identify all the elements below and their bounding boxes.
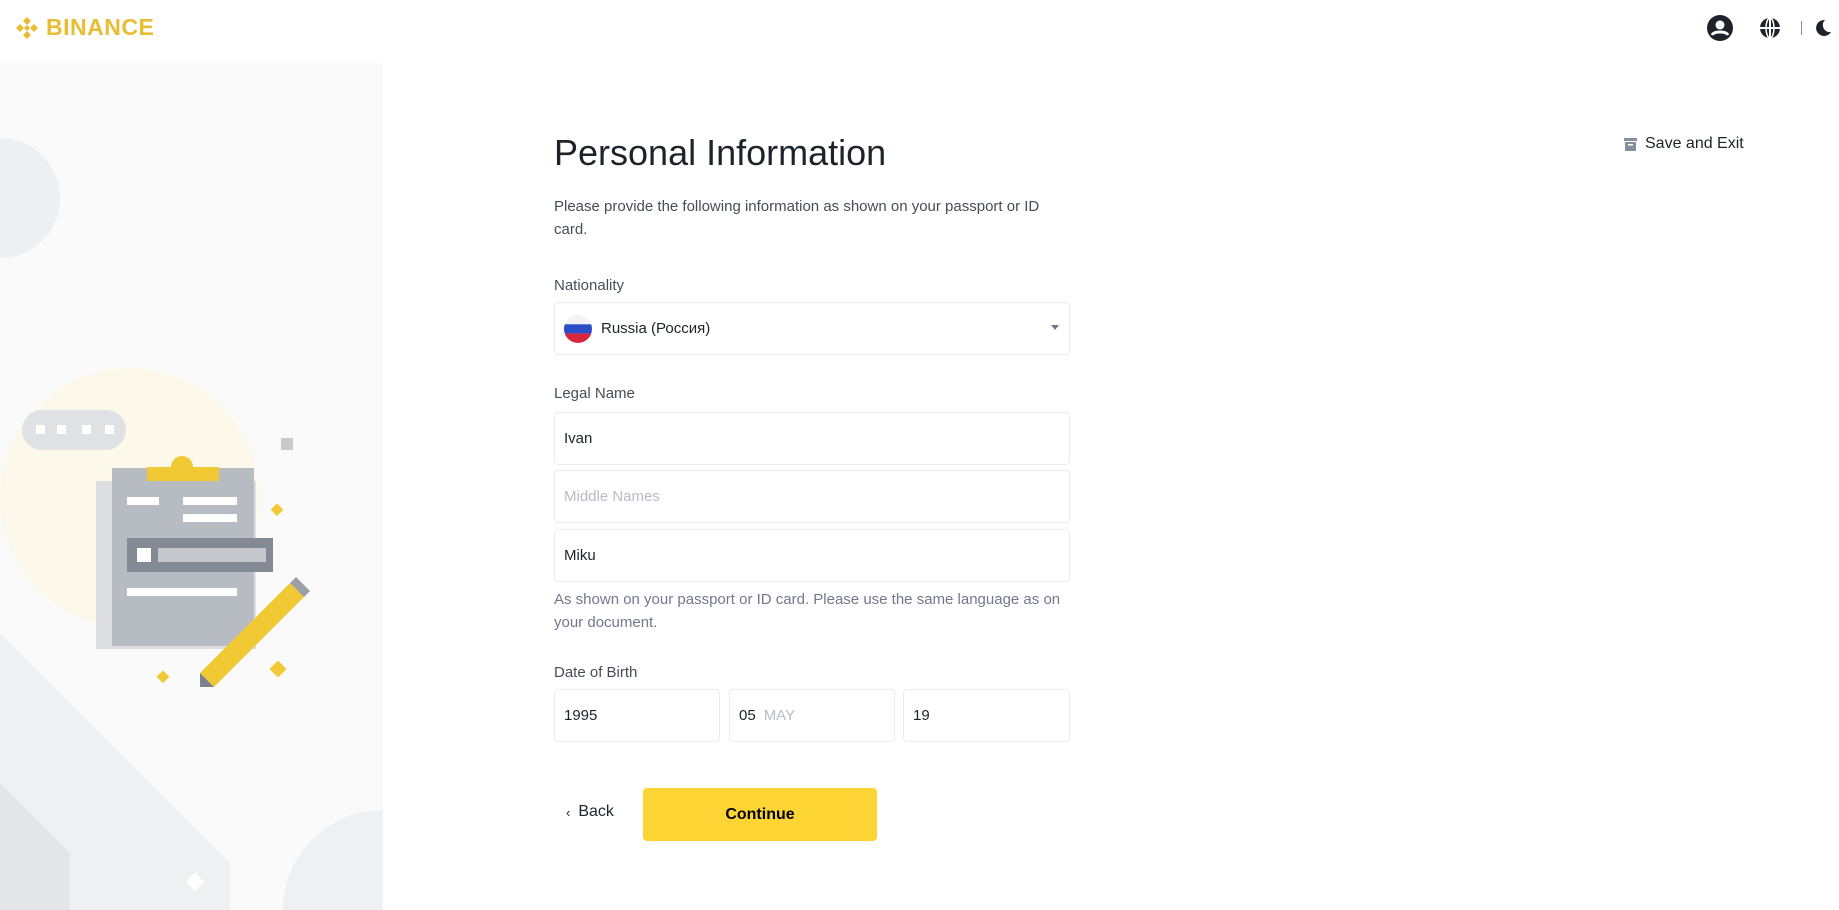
divider [1801, 21, 1802, 35]
page-title: Personal Information [554, 132, 887, 173]
form-illustration [0, 138, 383, 910]
dob-day-input[interactable]: 19 [903, 689, 1070, 742]
dob-year-input[interactable]: 1995 [554, 689, 720, 742]
legal-name-helper: As shown on your passport or ID card. Pl… [554, 591, 1061, 631]
globe-icon[interactable] [1758, 16, 1782, 40]
nationality-label: Nationality [554, 277, 625, 294]
page-subtitle: Please provide the following information… [554, 198, 1040, 238]
binance-logo-icon [16, 16, 38, 39]
nationality-select[interactable]: Russia (Россия) [554, 302, 1070, 355]
continue-button[interactable]: Continue [643, 788, 877, 841]
chevron-left-icon: ‹ [566, 804, 571, 820]
back-button[interactable]: ‹ Back [566, 803, 614, 821]
user-icon[interactable] [1706, 14, 1734, 42]
last-name-input[interactable]: Miku [554, 529, 1070, 582]
save-and-exit-button[interactable]: Save and Exit [1624, 135, 1744, 153]
header: BINANCE [0, 0, 1839, 63]
illustration-panel [0, 63, 383, 910]
dob-label: Date of Birth [554, 664, 638, 681]
archive-icon [1624, 137, 1637, 151]
binance-logo[interactable]: BINANCE [14, 14, 154, 41]
chevron-down-icon [1051, 325, 1059, 330]
russia-flag-icon [564, 314, 592, 343]
middle-names-input[interactable]: Middle Names [554, 470, 1070, 523]
legal-name-label: Legal Name [554, 385, 635, 402]
first-name-input[interactable]: Ivan [554, 412, 1070, 465]
dob-month-input[interactable]: 05 MAY [729, 689, 895, 742]
moon-icon[interactable] [1813, 18, 1833, 38]
